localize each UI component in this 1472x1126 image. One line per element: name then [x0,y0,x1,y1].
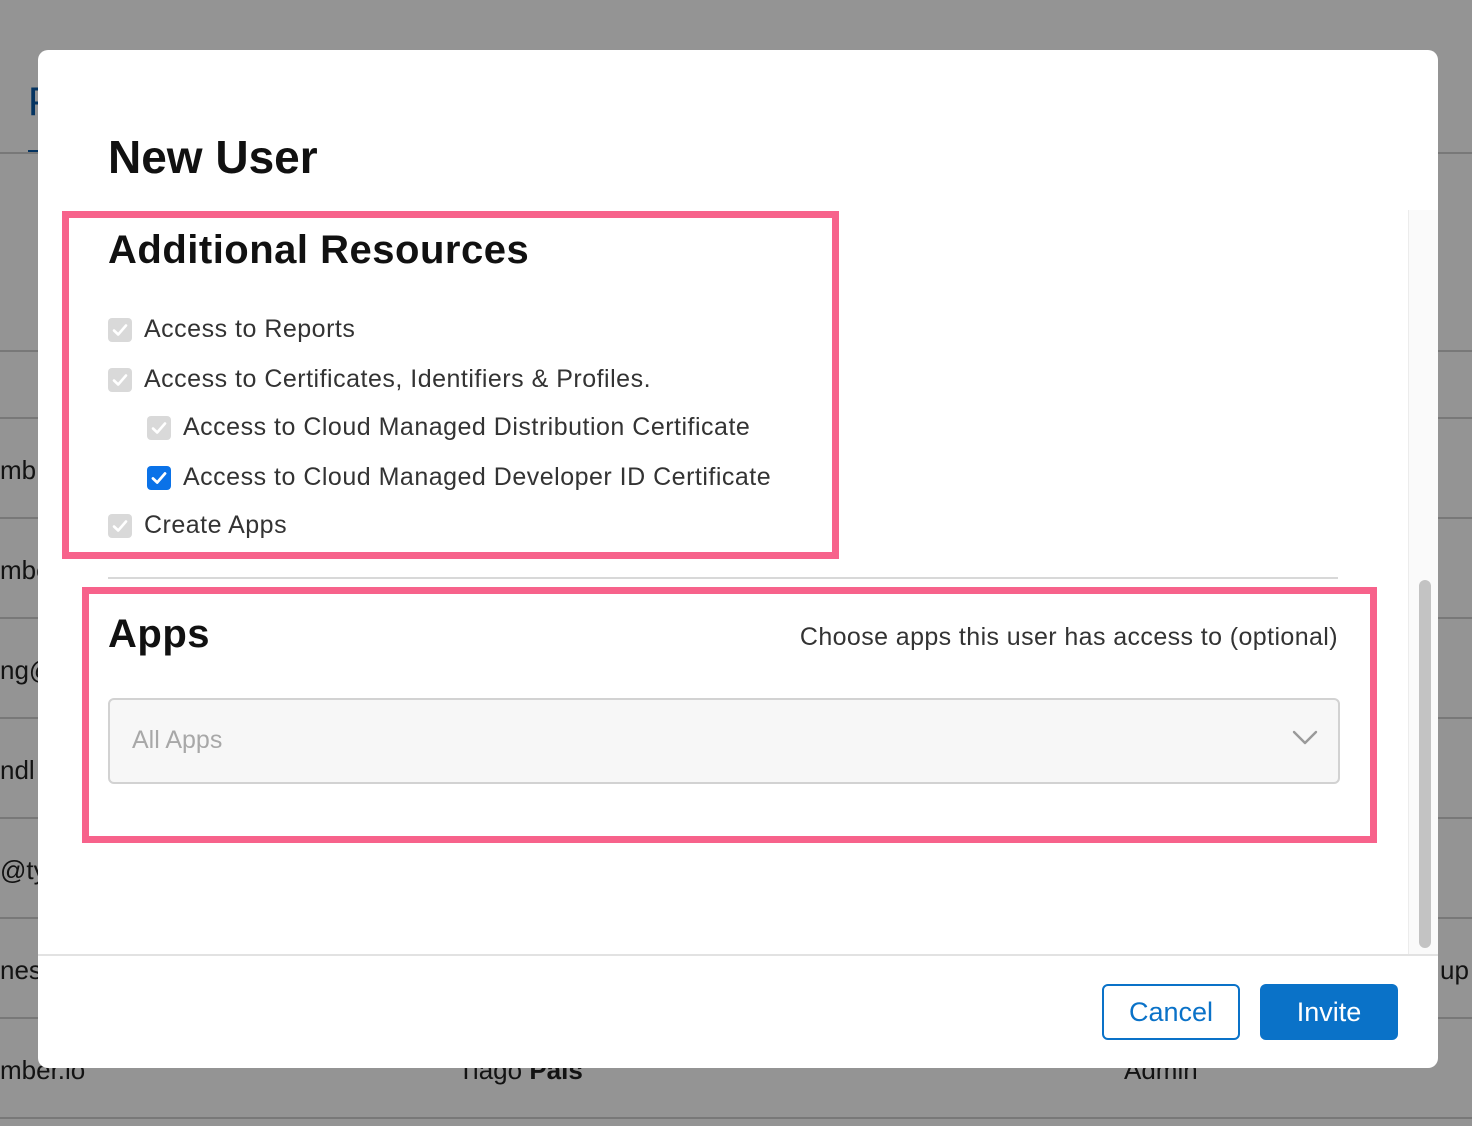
dialog-title: New User [108,131,318,183]
cancel-button[interactable]: Cancel [1102,984,1240,1040]
section-divider [108,577,1338,579]
scrollbar-thumb[interactable] [1419,580,1431,948]
highlight-additional-resources [62,211,839,559]
highlight-apps [82,587,1377,843]
invite-button[interactable]: Invite [1260,984,1398,1040]
scrollbar[interactable] [1408,210,1438,954]
new-user-dialog: New User Additional Resources Access to … [38,50,1438,1068]
footer-divider [38,954,1438,956]
